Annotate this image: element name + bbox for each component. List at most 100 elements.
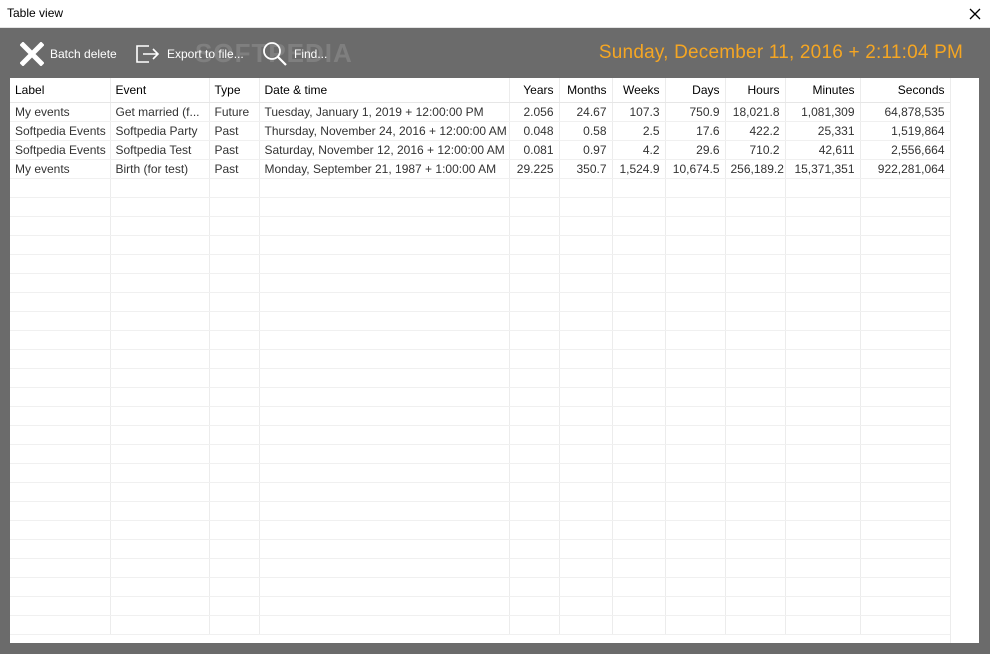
table-cell: 42,611 — [785, 140, 861, 160]
table-cell: 2.056 — [509, 102, 560, 122]
column-header-years[interactable]: Years — [509, 78, 560, 103]
empty-cell — [509, 349, 560, 369]
empty-cell — [665, 368, 726, 388]
events-table: Label Event Type Date & time Years Months Week… — [10, 78, 951, 635]
batch-delete-button[interactable]: Batch delete — [20, 40, 117, 68]
empty-cell — [209, 482, 260, 502]
table-cell: 64,878,535 — [860, 102, 951, 122]
empty-cell — [110, 311, 210, 331]
empty-cell — [785, 463, 861, 483]
empty-cell — [110, 482, 210, 502]
empty-row — [10, 406, 951, 426]
empty-cell — [509, 406, 560, 426]
empty-cell — [665, 520, 726, 540]
column-header-seconds[interactable]: Seconds — [860, 78, 951, 103]
table-cell: Softpedia Party — [110, 121, 210, 141]
empty-cell — [665, 311, 726, 331]
empty-cell — [509, 311, 560, 331]
empty-cell — [612, 273, 666, 293]
empty-cell — [509, 501, 560, 521]
search-icon — [262, 41, 288, 67]
column-header-event[interactable]: Event — [110, 78, 210, 103]
empty-cell — [559, 539, 613, 559]
empty-cell — [665, 596, 726, 616]
close-button[interactable] — [960, 0, 990, 28]
find-button[interactable]: Find... — [262, 40, 327, 68]
empty-cell — [860, 311, 951, 331]
empty-cell — [785, 368, 861, 388]
empty-cell — [209, 444, 260, 464]
table-row[interactable]: Softpedia Events Softpedia Test Past Saturd… — [10, 140, 951, 160]
empty-cell — [559, 368, 613, 388]
empty-cell — [860, 501, 951, 521]
empty-cell — [559, 254, 613, 274]
empty-cell — [259, 425, 510, 445]
empty-cell — [259, 197, 510, 217]
empty-cell — [10, 406, 111, 426]
empty-cell — [725, 425, 786, 445]
empty-row — [10, 254, 951, 274]
table-row[interactable]: Softpedia Events Softpedia Party Past Thurs… — [10, 121, 951, 141]
table-row[interactable]: My events Birth (for test) Past Monday, Sep… — [10, 159, 951, 179]
column-header-hours[interactable]: Hours — [725, 78, 786, 103]
empty-cell — [10, 216, 111, 236]
empty-cell — [509, 178, 560, 198]
empty-cell — [259, 368, 510, 388]
column-header-weeks[interactable]: Weeks — [612, 78, 666, 103]
empty-cell — [209, 520, 260, 540]
empty-cell — [860, 596, 951, 616]
batch-delete-label: Batch delete — [50, 47, 117, 61]
empty-cell — [785, 577, 861, 597]
empty-cell — [559, 349, 613, 369]
empty-cell — [509, 216, 560, 236]
empty-cell — [110, 273, 210, 293]
empty-cell — [860, 368, 951, 388]
column-header-minutes[interactable]: Minutes — [785, 78, 861, 103]
events-table-container[interactable]: Label Event Type Date & time Years Months Week… — [10, 78, 979, 643]
empty-cell — [209, 463, 260, 483]
empty-cell — [209, 577, 260, 597]
table-row[interactable]: My events Get married (f... Future Tuesday,… — [10, 102, 951, 122]
empty-cell — [860, 197, 951, 217]
empty-cell — [259, 406, 510, 426]
empty-cell — [559, 520, 613, 540]
empty-cell — [860, 444, 951, 464]
column-header-days[interactable]: Days — [665, 78, 726, 103]
empty-cell — [10, 235, 111, 255]
empty-cell — [209, 558, 260, 578]
empty-cell — [725, 501, 786, 521]
empty-cell — [785, 520, 861, 540]
empty-cell — [725, 216, 786, 236]
empty-cell — [612, 615, 666, 635]
empty-cell — [725, 311, 786, 331]
column-header-months[interactable]: Months — [559, 78, 613, 103]
toolbar: SOFTPEDIA Batch delete Export to file... — [0, 28, 990, 78]
empty-cell — [209, 292, 260, 312]
empty-cell — [509, 444, 560, 464]
table-cell: My events — [10, 159, 111, 179]
empty-cell — [612, 235, 666, 255]
empty-cell — [110, 330, 210, 350]
empty-cell — [785, 387, 861, 407]
empty-cell — [725, 368, 786, 388]
column-header-date-time[interactable]: Date & time — [259, 78, 510, 103]
empty-cell — [725, 387, 786, 407]
empty-cell — [785, 539, 861, 559]
export-button[interactable]: Export to file... — [135, 40, 244, 68]
empty-cell — [209, 311, 260, 331]
empty-cell — [110, 368, 210, 388]
table-cell: Birth (for test) — [110, 159, 210, 179]
empty-cell — [259, 330, 510, 350]
empty-cell — [110, 539, 210, 559]
column-header-type[interactable]: Type — [209, 78, 260, 103]
table-cell: 18,021.8 — [725, 102, 786, 122]
empty-cell — [665, 425, 726, 445]
empty-cell — [209, 330, 260, 350]
empty-cell — [665, 577, 726, 597]
empty-cell — [612, 216, 666, 236]
empty-cell — [559, 406, 613, 426]
empty-cell — [259, 292, 510, 312]
column-header-label[interactable]: Label — [10, 78, 111, 103]
empty-cell — [665, 292, 726, 312]
empty-cell — [612, 463, 666, 483]
